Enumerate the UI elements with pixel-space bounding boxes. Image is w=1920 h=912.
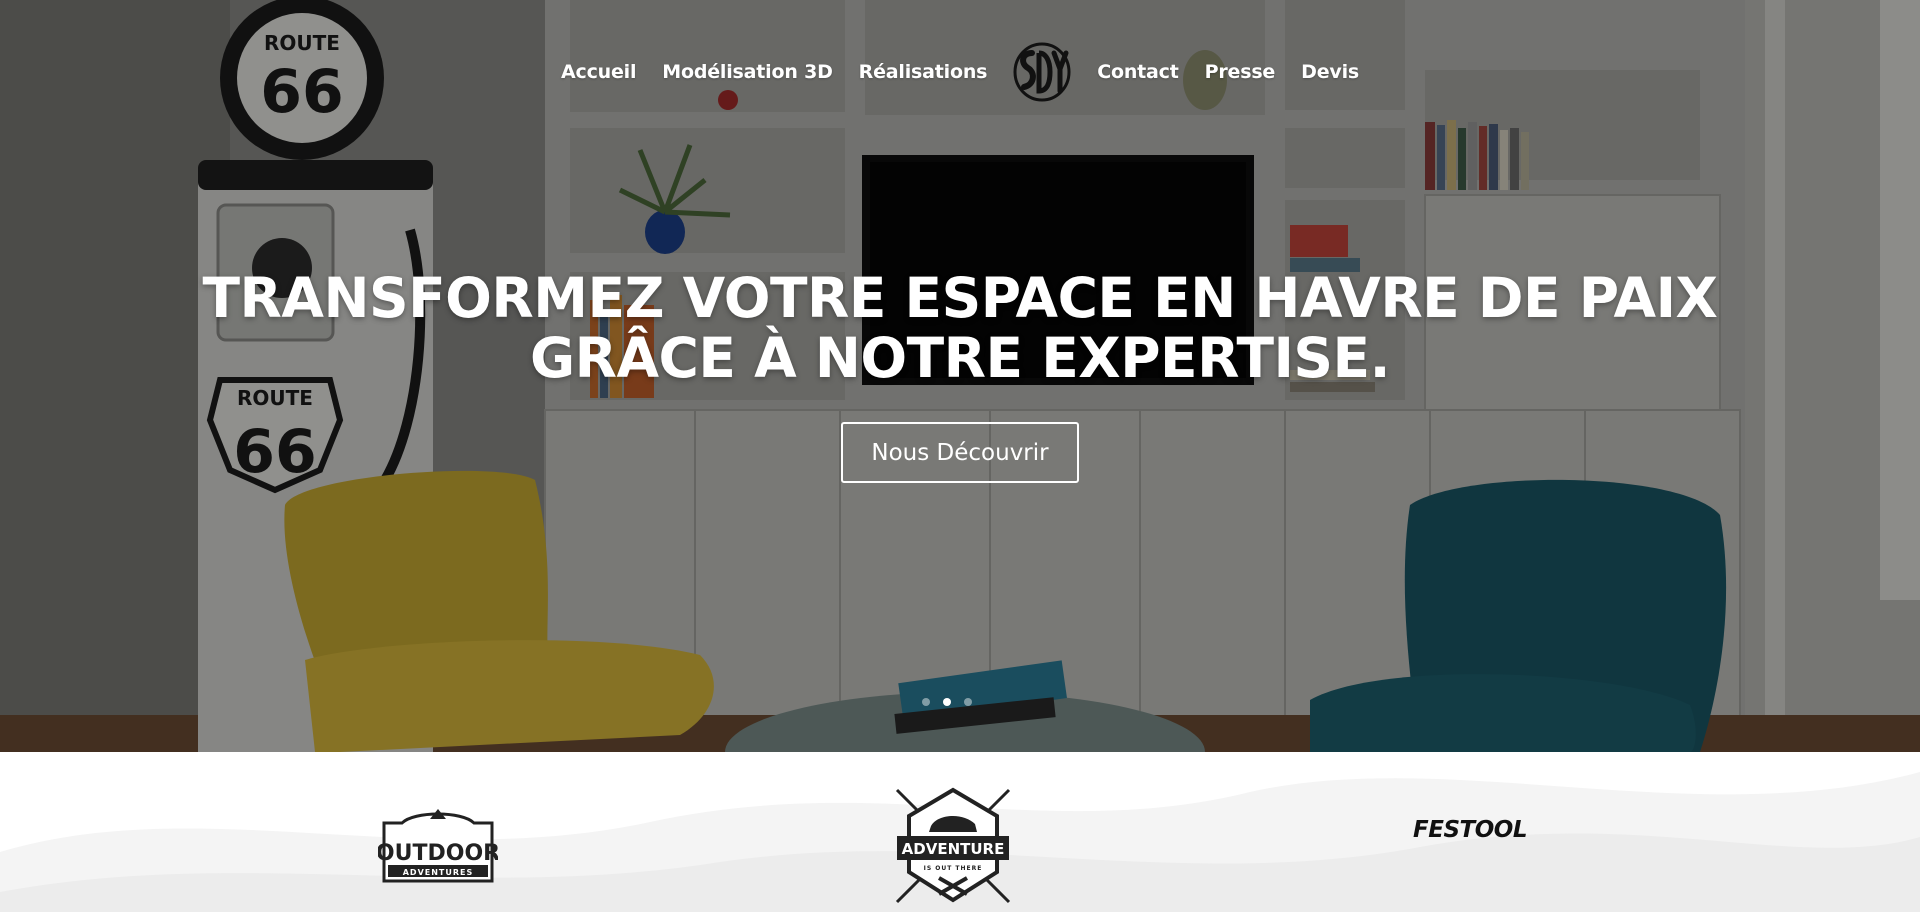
nav-item-contact[interactable]: Contact <box>1084 61 1191 83</box>
nav-item-presse[interactable]: Presse <box>1192 61 1289 83</box>
slider-dot-1[interactable] <box>922 698 930 706</box>
adventure-logo-line-2: IS OUT THERE <box>924 865 983 872</box>
sdy-monogram-logo[interactable] <box>1012 41 1072 103</box>
festool-logo-text: FESTOOL <box>1413 817 1527 843</box>
slider-dot-2[interactable] <box>943 698 951 706</box>
nav-item-realisations[interactable]: Réalisations <box>846 61 1001 83</box>
outdoor-logo-line-2: ADVENTURES <box>403 868 474 877</box>
outdoor-logo-line-1: OUTDOOR <box>378 841 498 866</box>
partner-logos-section: OUTDOOR ADVENTURES ADVENTURE IS OUT THER… <box>0 752 1920 912</box>
nav-item-accueil[interactable]: Accueil <box>548 61 649 83</box>
hero-headline-line-2: GRÂCE À NOTRE EXPERTISE. <box>529 326 1391 390</box>
slider-dot-3[interactable] <box>964 698 972 706</box>
hero-slider: ROUTE 66 ROUTE 66 Accueil Modélisation 3… <box>0 0 1920 752</box>
main-navigation: Accueil Modélisation 3D Réalisations Con… <box>0 40 1920 104</box>
hero-headline-line-1: TRANSFORMEZ VOTRE ESPACE EN HAVRE DE PAI… <box>202 266 1718 330</box>
adventure-logo: ADVENTURE IS OUT THERE <box>895 787 1011 904</box>
nav-item-devis[interactable]: Devis <box>1288 61 1372 83</box>
hero-headline: TRANSFORMEZ VOTRE ESPACE EN HAVRE DE PAI… <box>0 268 1920 388</box>
slider-pagination <box>922 698 972 706</box>
adventure-logo-line-1: ADVENTURE <box>902 840 1005 858</box>
nav-item-modelisation-3d[interactable]: Modélisation 3D <box>649 61 845 83</box>
festool-logo: FESTOOL <box>1413 817 1527 843</box>
outdoor-adventures-logo: OUTDOOR ADVENTURES <box>378 809 498 883</box>
nous-decouvrir-button[interactable]: Nous Découvrir <box>841 422 1079 483</box>
